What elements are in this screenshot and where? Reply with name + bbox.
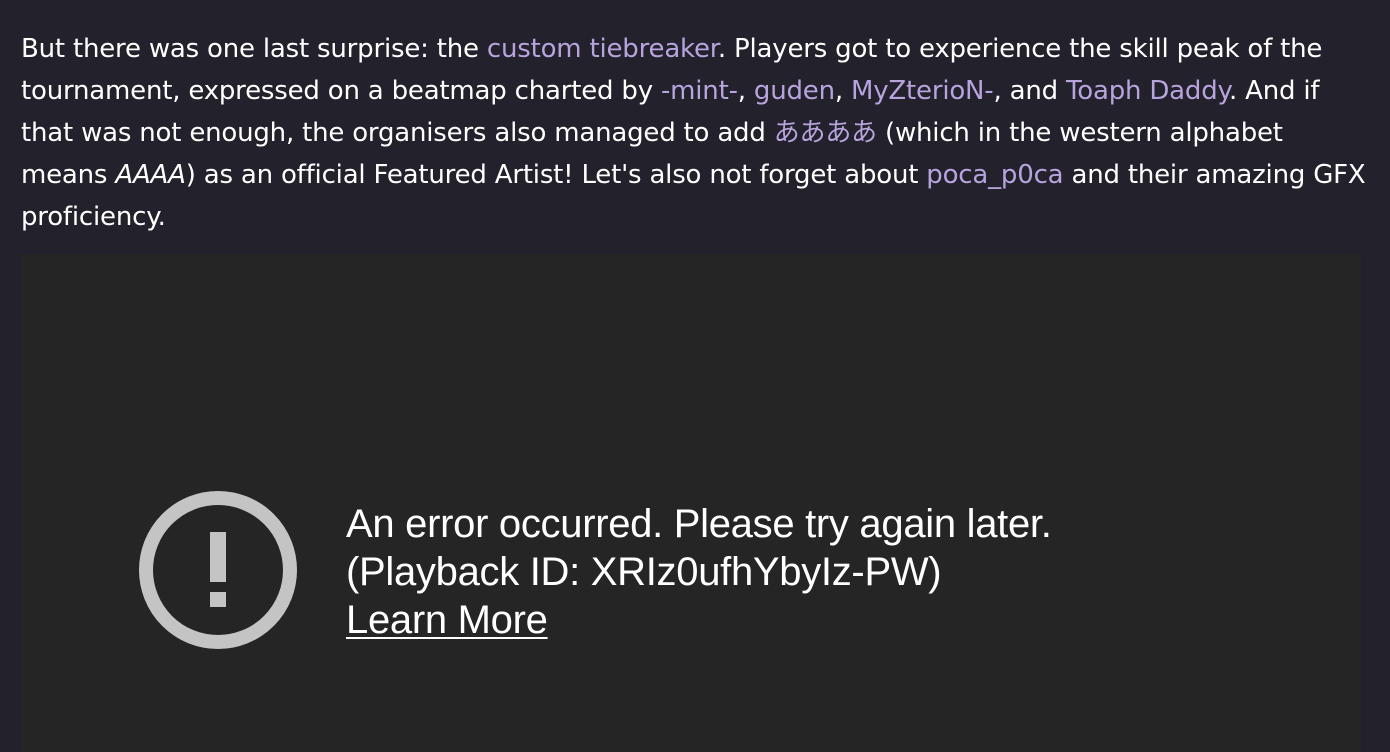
- learn-more-link[interactable]: Learn More: [346, 598, 548, 642]
- emphasis-aaaa: AAAA: [115, 160, 186, 190]
- text-segment: ,: [737, 76, 754, 106]
- error-exclamation-icon: [139, 491, 297, 649]
- link-artist-aaaa[interactable]: ああああ: [774, 118, 877, 148]
- playback-id: (Playback ID: XRIz0ufhYbyIz-PW): [346, 550, 942, 594]
- link-user-guden[interactable]: guden: [754, 76, 835, 106]
- text-segment: ) as an official Featured Artist! Let's …: [185, 160, 927, 190]
- error-message: An error occurred. Please try again late…: [346, 502, 1052, 546]
- link-user-mint[interactable]: -mint-: [661, 76, 738, 106]
- article-paragraph: But there was one last surprise: the cus…: [21, 28, 1369, 238]
- link-user-poca[interactable]: poca_p0ca: [926, 160, 1063, 190]
- text-segment: But there was one last surprise: the: [21, 34, 487, 64]
- video-embed-player[interactable]: An error occurred. Please try again late…: [21, 254, 1361, 752]
- text-segment: , and: [993, 76, 1067, 106]
- text-segment: ,: [834, 76, 852, 106]
- link-custom-tiebreaker[interactable]: custom tiebreaker: [487, 34, 718, 64]
- error-message-block: An error occurred. Please try again late…: [346, 500, 1052, 644]
- link-user-myzterion[interactable]: MyZterioN-: [851, 76, 994, 106]
- link-user-toaph-daddy[interactable]: Toaph Daddy: [1066, 76, 1229, 106]
